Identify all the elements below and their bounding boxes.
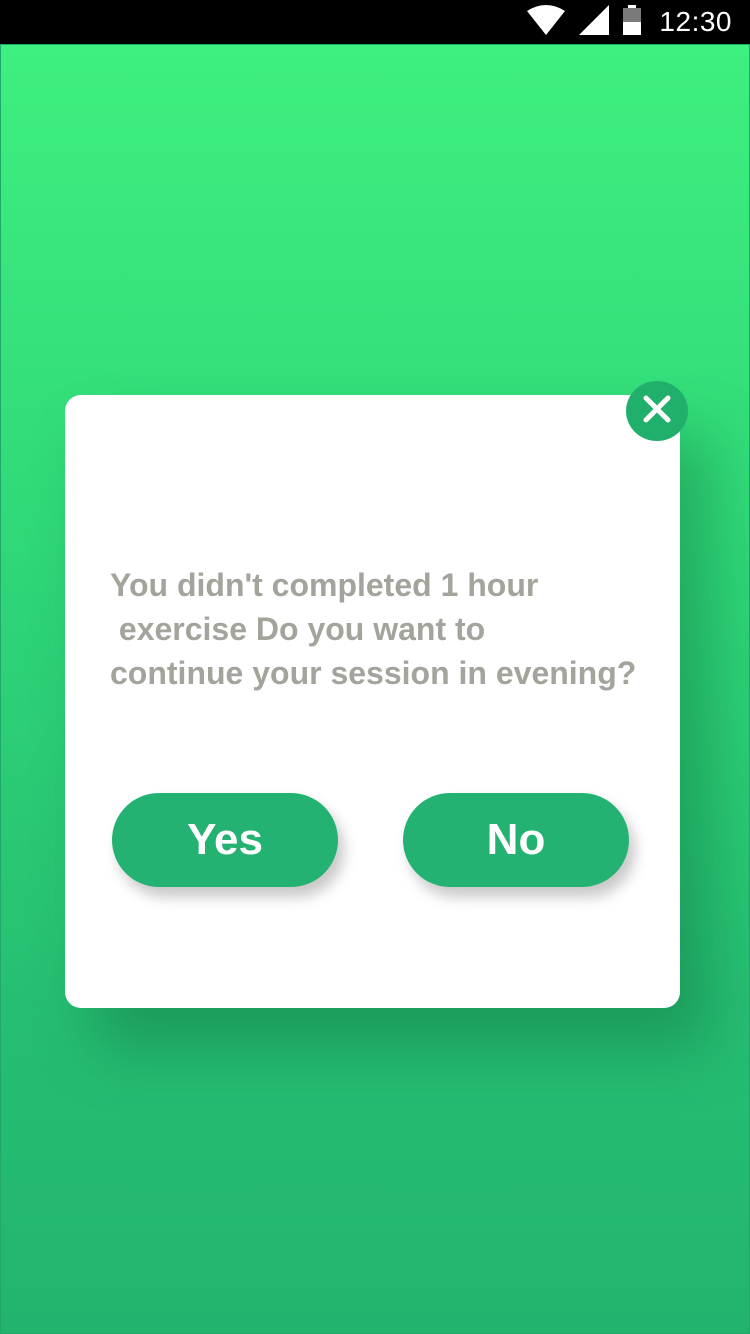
signal-icon: [579, 4, 610, 40]
yes-button[interactable]: Yes: [112, 793, 338, 887]
app-screen: You didn't completed 1 hour exercise Do …: [0, 44, 750, 1334]
close-button[interactable]: [626, 381, 688, 441]
status-bar: 12:30: [0, 0, 750, 44]
confirmation-dialog: You didn't completed 1 hour exercise Do …: [65, 395, 680, 1008]
dialog-message: You didn't completed 1 hour exercise Do …: [110, 567, 637, 691]
battery-icon: [623, 4, 642, 40]
status-time: 12:30: [659, 6, 732, 37]
wifi-icon: [527, 4, 566, 40]
close-icon: [642, 394, 672, 429]
status-icons: 12:30: [527, 0, 732, 44]
no-button[interactable]: No: [403, 793, 629, 887]
